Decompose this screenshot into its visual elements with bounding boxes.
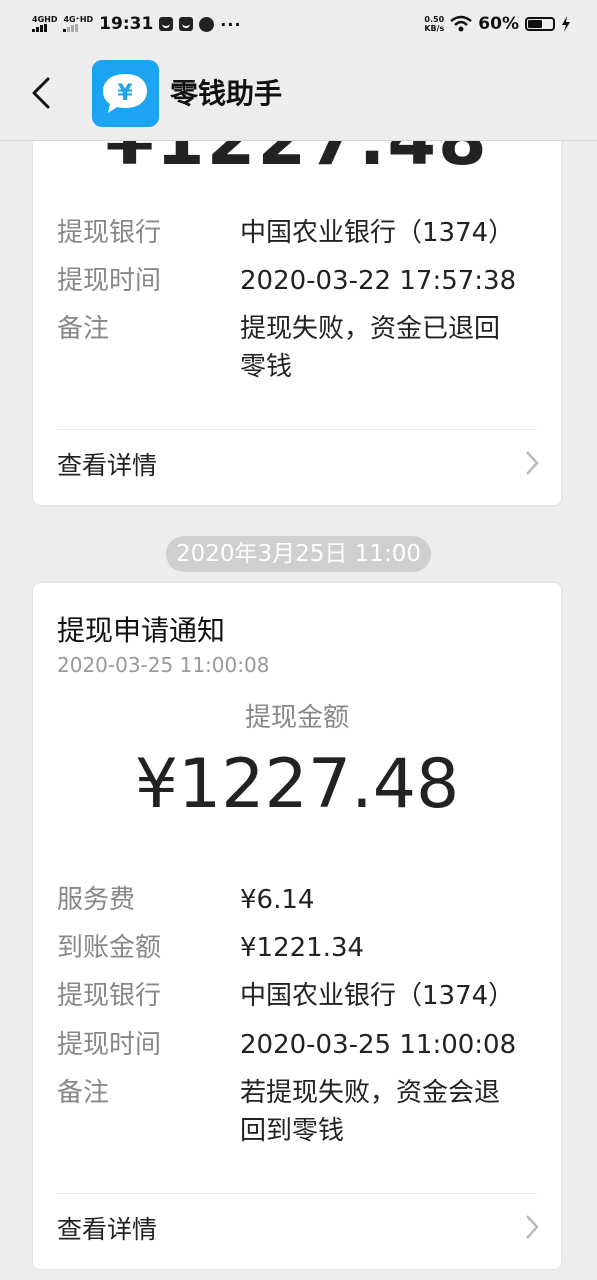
notification-app-icon	[179, 17, 194, 31]
network-speed: 0.50 KB/s	[424, 15, 444, 33]
amount-value: ¥1227.48	[134, 745, 460, 824]
divider	[57, 429, 537, 430]
row-label: 提现时间	[57, 266, 162, 296]
network-label-2: 4G⁺HD	[63, 15, 94, 24]
speed-unit: KB/s	[424, 24, 445, 33]
row-label: 备注	[57, 314, 110, 344]
withdrawal-card-previous: ¥1227.48 提现银行 中国农业银行（1374） 提现时间 2020-03-…	[32, 141, 562, 506]
row-label: 到账金额	[57, 933, 162, 963]
status-left: 4GHD 4G⁺HD 19:31 ···	[32, 14, 242, 34]
page-title: 零钱助手	[170, 77, 283, 110]
signal-4g-hd-2: 4G⁺HD	[63, 16, 93, 32]
signal-bars-icon	[32, 24, 47, 32]
card-title: 提现申请通知	[57, 614, 226, 647]
row-value: ¥6.14	[240, 885, 315, 915]
row-value: 提现失败，资金已退回 零钱	[240, 310, 537, 386]
signal-4g-hd-1: 4GHD	[32, 16, 57, 32]
remark-line-1: 提现失败，资金已退回	[240, 314, 501, 344]
chevron-right-icon[interactable]	[525, 450, 539, 476]
battery-level-fill	[528, 20, 542, 28]
message-timestamp: 2020年3月25日 11:00	[166, 536, 431, 572]
back-arrow-icon[interactable]	[26, 76, 60, 110]
yuan-bubble-icon: ¥	[103, 74, 147, 113]
app-icon-glyph: ¥	[117, 81, 133, 106]
speed-value: 0.50	[424, 15, 445, 24]
more-notifications-icon: ···	[220, 14, 242, 34]
withdrawal-card: 提现申请通知 2020-03-25 11:00:08 提现金额 ¥1227.48…	[32, 582, 562, 1270]
row-value: 中国农业银行（1374）	[240, 218, 515, 248]
amount-partial: ¥1227.48	[33, 141, 561, 181]
status-bar: 4GHD 4G⁺HD 19:31 ··· 0.50 KB/s 60%	[0, 0, 597, 48]
row-label: 备注	[57, 1078, 110, 1108]
row-value: 2020-03-22 17:57:38	[240, 266, 517, 296]
amount-label: 提现金额	[244, 703, 349, 733]
row-value: ¥1221.34	[240, 933, 365, 963]
row-label: 提现银行	[57, 218, 162, 248]
wallet-assistant-app-icon[interactable]: ¥	[92, 60, 159, 127]
row-value: 中国农业银行（1374）	[240, 981, 515, 1011]
battery-icon	[525, 17, 555, 31]
wifi-icon	[450, 15, 473, 32]
row-value: 若提现失败，资金会退 回到零钱	[240, 1074, 537, 1150]
chevron-right-icon[interactable]	[525, 1214, 539, 1240]
charging-icon	[562, 16, 570, 32]
clock: 19:31	[99, 14, 154, 34]
view-details-link[interactable]: 查看详情	[57, 446, 157, 482]
app-header: ¥ 零钱助手	[0, 48, 597, 141]
view-details-link[interactable]: 查看详情	[57, 1210, 157, 1246]
remark-line-2: 零钱	[240, 352, 293, 382]
jovi-icon	[199, 16, 215, 32]
row-label: 提现银行	[57, 981, 162, 1011]
notification-app-icon	[159, 17, 174, 31]
status-right: 0.50 KB/s 60%	[424, 14, 571, 34]
divider	[57, 1193, 537, 1194]
signal-bars-icon	[63, 24, 79, 32]
network-label-1: 4GHD	[32, 15, 58, 24]
card-subtitle-time: 2020-03-25 11:00:08	[57, 653, 270, 677]
row-value: 2020-03-25 11:00:08	[240, 1030, 517, 1060]
row-label: 服务费	[57, 885, 136, 915]
remark-line-2: 回到零钱	[240, 1116, 345, 1146]
remark-line-1: 若提现失败，资金会退	[240, 1078, 501, 1108]
battery-percent: 60%	[478, 14, 519, 34]
row-label: 提现时间	[57, 1030, 162, 1060]
